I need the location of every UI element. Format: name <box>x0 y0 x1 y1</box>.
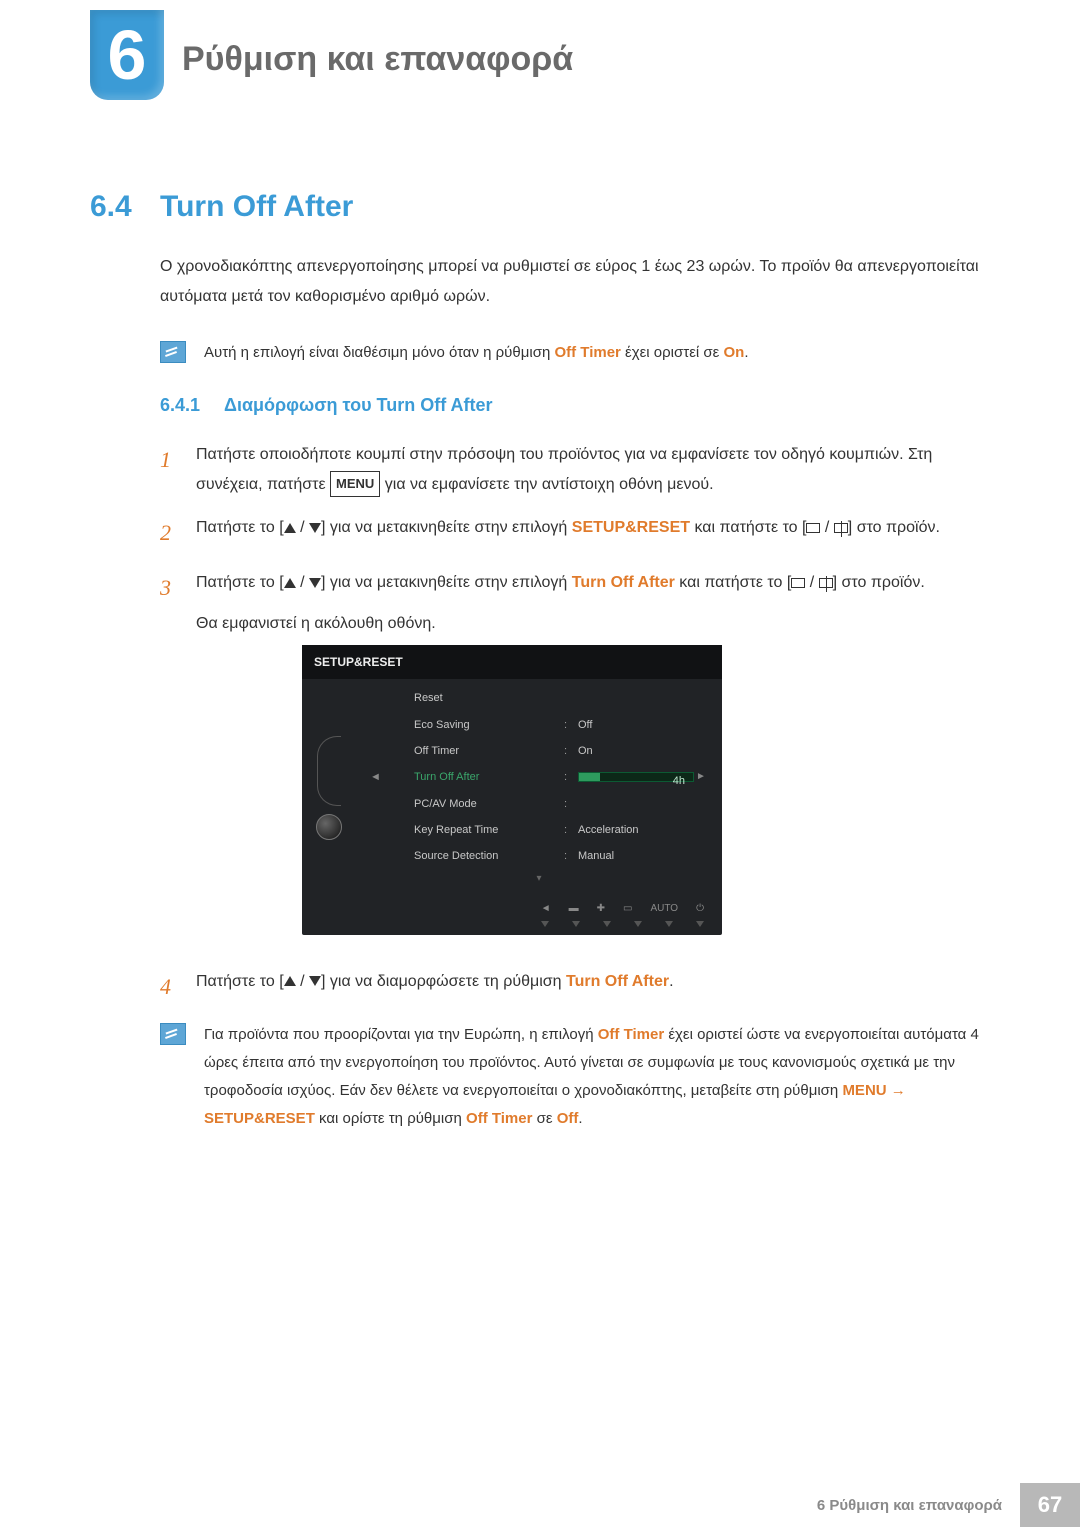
note-icon <box>160 341 186 363</box>
jog-icon <box>316 814 342 840</box>
step-4: 4 Πατήστε το [ / ] για να διαμορφώσετε τ… <box>160 967 990 1008</box>
step-number: 1 <box>160 440 196 499</box>
note-2: Για προϊόντα που προορίζονται για την Ευ… <box>160 1021 990 1132</box>
step-3: 3 Πατήστε το [ / ] για να μετακινηθείτε … <box>160 568 990 953</box>
subsection-number: 6.4.1 <box>160 395 224 416</box>
subsection-heading: 6.4.1 Διαμόρφωση του Turn Off After <box>160 395 990 416</box>
down-icon <box>309 523 321 533</box>
note-2-text: Για προϊόντα που προορίζονται για την Ευ… <box>204 1021 990 1132</box>
up-icon <box>284 523 296 533</box>
footer-chapter-title: 6 Ρύθμιση και επαναφορά <box>817 1483 1020 1527</box>
section-title: Turn Off After <box>160 190 353 224</box>
up-icon <box>284 976 296 986</box>
select-icon <box>791 578 805 588</box>
page-number: 67 <box>1020 1483 1080 1527</box>
page-footer: 6 Ρύθμιση και επαναφορά 67 <box>0 1483 1080 1527</box>
chapter-number-tab: 6 <box>90 10 164 100</box>
chapter-title: Ρύθμιση και επαναφορά <box>182 10 573 79</box>
step-1: 1 Πατήστε οποιοδήποτε κουμπί στην πρόσοψ… <box>160 440 990 499</box>
note-1: Αυτή η επιλογή είναι διαθέσιμη μόνο όταν… <box>160 339 990 367</box>
step-number: 2 <box>160 513 196 554</box>
osd-title: SETUP&RESET <box>302 645 722 679</box>
page-header: 6 Ρύθμιση και επαναφορά <box>0 0 1080 100</box>
down-icon <box>309 578 321 588</box>
step-3-after: Θα εμφανιστεί η ακόλουθη οθόνη. <box>196 609 990 639</box>
osd-footer-icons: ◄▬✚▭AUTO⏻ <box>302 896 722 921</box>
osd-screenshot: SETUP&RESET Reset Eco Saving:Off Off Tim… <box>302 645 722 935</box>
enter-icon <box>834 523 848 533</box>
enter-icon <box>819 578 833 588</box>
section-heading: 6.4 Turn Off After <box>90 190 990 224</box>
step-number: 3 <box>160 568 196 953</box>
section-intro: Ο χρονοδιακόπτης απενεργοποίησης μπορεί … <box>160 252 990 311</box>
note-icon <box>160 1023 186 1045</box>
up-icon <box>284 578 296 588</box>
osd-slider: 4h <box>578 772 694 782</box>
note-1-text: Αυτή η επιλογή είναι διαθέσιμη μόνο όταν… <box>204 339 749 367</box>
osd-selected-item: Turn Off After <box>414 767 564 787</box>
osd-menu-list: Reset Eco Saving:Off Off Timer:On ◄Turn … <box>356 679 722 896</box>
menu-button-label: MENU <box>330 471 380 497</box>
down-icon <box>309 976 321 986</box>
subsection-title: Διαμόρφωση του Turn Off After <box>224 395 493 416</box>
step-number: 4 <box>160 967 196 1008</box>
select-icon <box>806 523 820 533</box>
step-2: 2 Πατήστε το [ / ] για να μετακινηθείτε … <box>160 513 990 554</box>
osd-side-graphic <box>302 679 356 896</box>
section-number: 6.4 <box>90 190 160 224</box>
